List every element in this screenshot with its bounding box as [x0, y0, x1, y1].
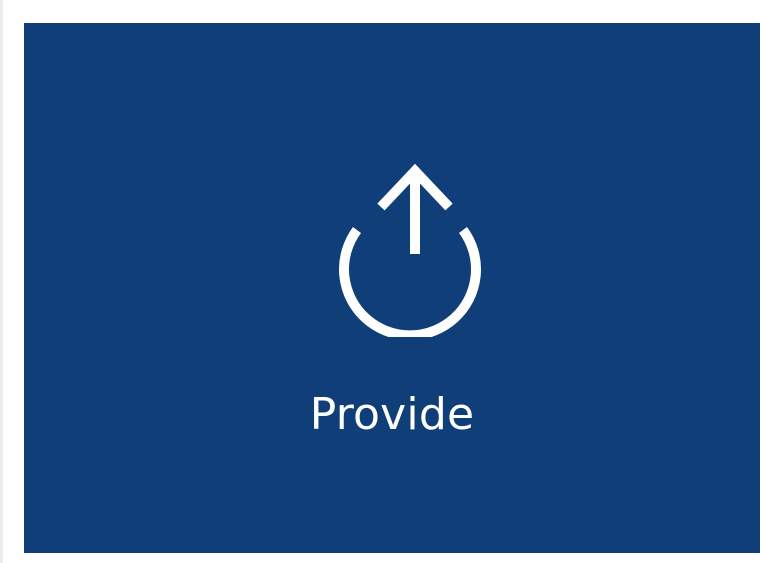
- provide-tile-button[interactable]: Provide: [24, 23, 760, 553]
- upload-power-icon: [339, 163, 481, 337]
- provide-label: Provide: [309, 389, 475, 440]
- left-edge-divider: [0, 0, 3, 563]
